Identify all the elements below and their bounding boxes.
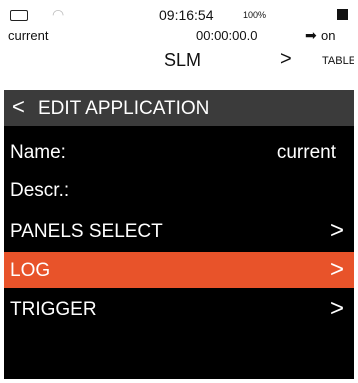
menu-item-label: LOG (10, 260, 51, 281)
arrow-right-icon: ➡ (305, 27, 317, 43)
next-mode-label[interactable]: TABLE (322, 55, 354, 67)
name-field[interactable]: Name: current (4, 134, 354, 170)
name-value: current (276, 142, 336, 163)
menu-item-label: TRIGGER (10, 299, 97, 320)
battery-icon (10, 10, 28, 21)
back-icon[interactable]: < (12, 94, 25, 120)
menu-item-trigger[interactable]: TRIGGER > (4, 291, 354, 327)
descr-field[interactable]: Descr.: (4, 172, 354, 208)
menu-item-panels-select[interactable]: PANELS SELECT > (4, 213, 354, 249)
mode-label: SLM (164, 50, 202, 70)
status-bar: ◠ 09:16:54 100% (4, 4, 354, 24)
chevron-right-icon: > (329, 217, 344, 244)
chevron-right-icon: > (329, 295, 344, 322)
measurement-row: current 00:00:00.0 ➡ on (4, 26, 354, 46)
header-bar: < EDIT APPLICATION (4, 90, 354, 126)
measurement-label: current (8, 28, 49, 43)
next-mode-arrow[interactable]: > (280, 48, 292, 71)
state-label: on (321, 28, 336, 43)
mode-row: SLM > TABLE (4, 48, 354, 72)
timer: 00:00:00.0 (196, 28, 258, 43)
descr-label: Descr.: (10, 180, 70, 201)
wifi-icon: ◠ (52, 6, 65, 22)
stop-icon (337, 9, 348, 20)
menu-item-log[interactable]: LOG > (4, 252, 354, 288)
top-panel: ◠ 09:16:54 100% current 00:00:00.0 ➡ on … (4, 4, 354, 90)
battery-percent: 100% (243, 10, 267, 20)
device-screen: ◠ 09:16:54 100% current 00:00:00.0 ➡ on … (4, 4, 354, 379)
chevron-right-icon: > (329, 256, 344, 283)
menu-item-label: PANELS SELECT (10, 221, 163, 242)
name-label: Name: (10, 142, 66, 163)
clock: 09:16:54 (159, 7, 214, 23)
page-title: EDIT APPLICATION (38, 98, 210, 119)
